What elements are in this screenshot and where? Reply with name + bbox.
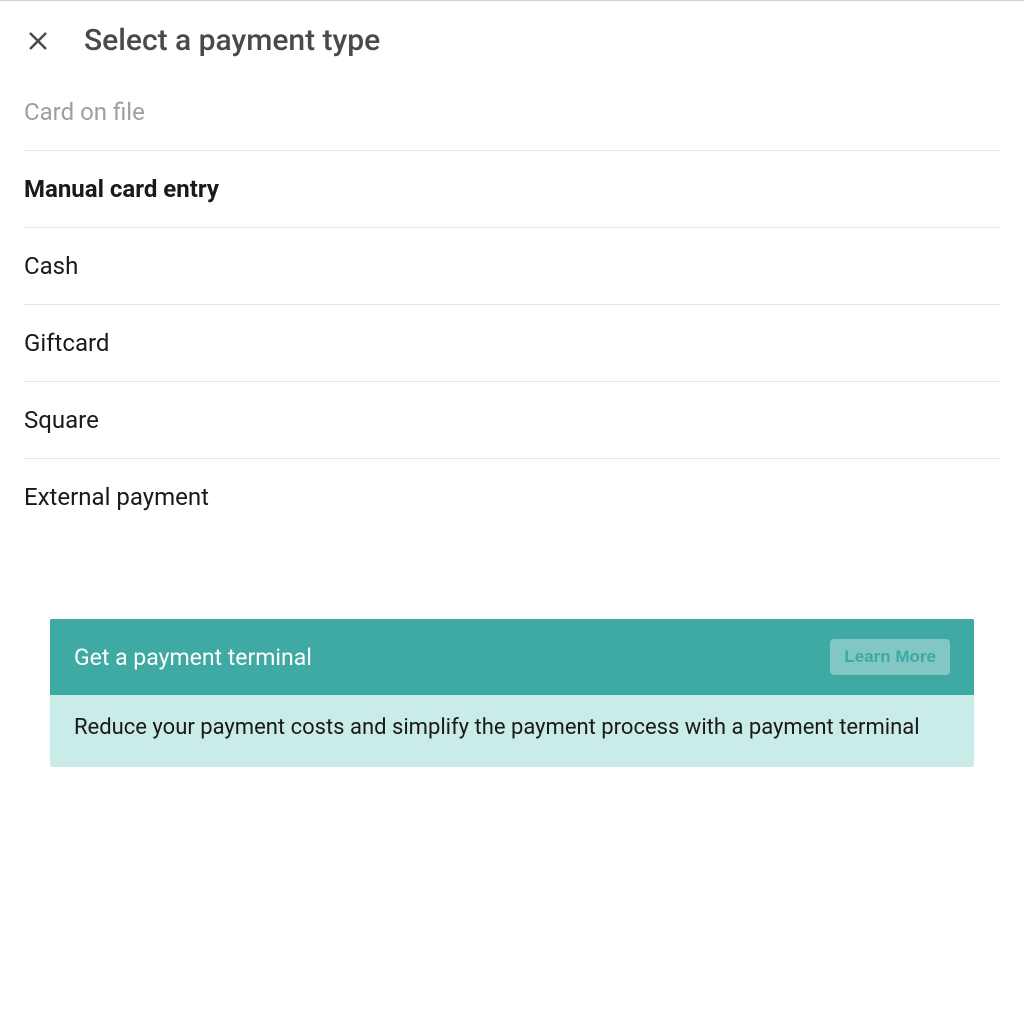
promo-terminal-card: Get a payment terminal Learn More Reduce… <box>50 619 974 767</box>
payment-option-external-payment[interactable]: External payment <box>24 459 1000 535</box>
payment-option-label: Cash <box>24 252 78 280</box>
close-icon[interactable] <box>24 27 52 55</box>
promo-description: Reduce your payment costs and simplify t… <box>74 713 950 743</box>
payment-option-manual-card-entry[interactable]: Manual card entry <box>24 151 1000 228</box>
promo-header: Get a payment terminal Learn More <box>50 619 974 695</box>
payment-option-label: Card on file <box>24 98 145 126</box>
payment-option-label: External payment <box>24 483 209 511</box>
page-header: Select a payment type <box>0 1 1024 86</box>
payment-option-label: Manual card entry <box>24 175 219 203</box>
page-title: Select a payment type <box>84 23 380 58</box>
promo-body: Reduce your payment costs and simplify t… <box>50 695 974 767</box>
promo-title: Get a payment terminal <box>74 644 312 671</box>
payment-option-label: Giftcard <box>24 329 109 357</box>
payment-option-card-on-file: Card on file <box>24 86 1000 151</box>
payment-option-giftcard[interactable]: Giftcard <box>24 305 1000 382</box>
payment-option-label: Square <box>24 406 99 434</box>
payment-option-square[interactable]: Square <box>24 382 1000 459</box>
learn-more-button[interactable]: Learn More <box>830 639 950 675</box>
payment-option-cash[interactable]: Cash <box>24 228 1000 305</box>
payment-type-list: Card on file Manual card entry Cash Gift… <box>0 86 1024 535</box>
